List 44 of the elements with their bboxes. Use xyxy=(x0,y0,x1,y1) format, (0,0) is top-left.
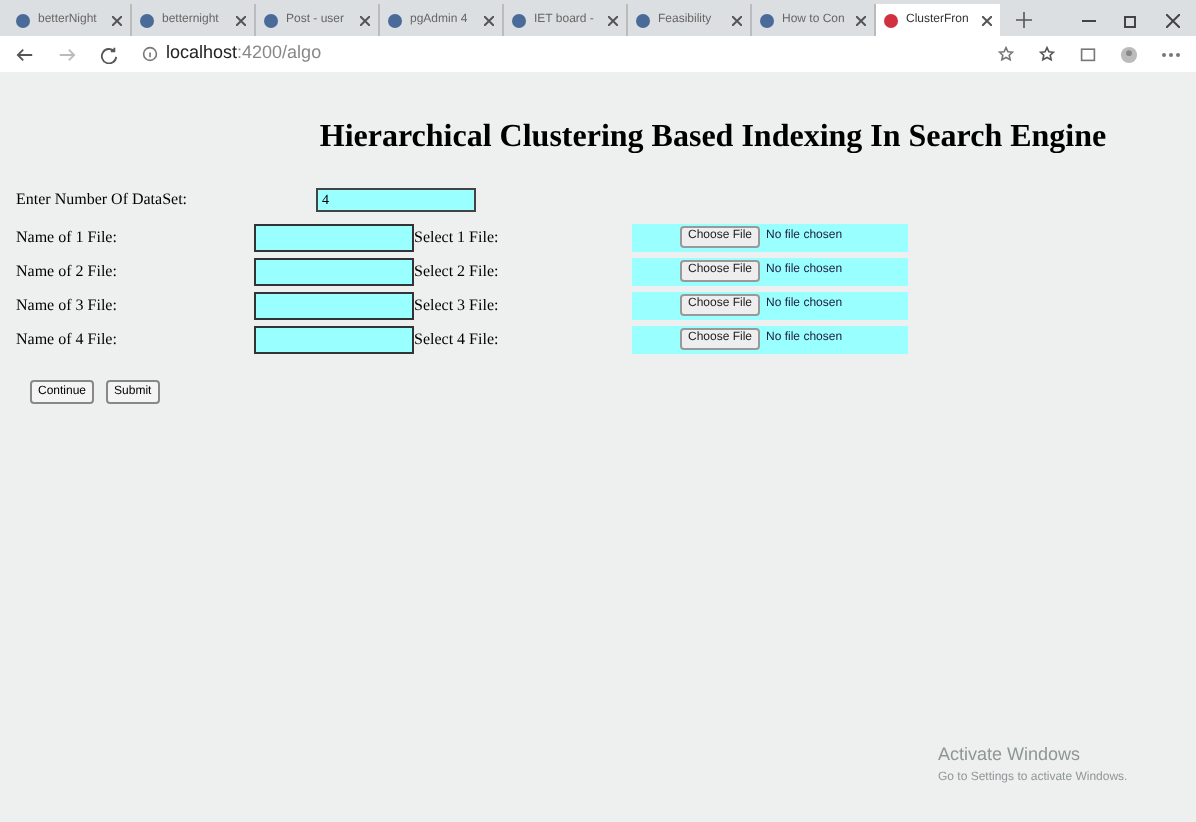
close-icon[interactable] xyxy=(112,15,122,25)
profile-icon[interactable] xyxy=(1120,45,1138,63)
page-title: Hierarchical Clustering Based Indexing In Search Engine xyxy=(317,118,1109,158)
site-icon xyxy=(636,13,650,27)
input-field[interactable] xyxy=(254,257,414,285)
field-label: Name of 3 File: xyxy=(16,293,119,317)
site-icon xyxy=(884,13,898,27)
notice-title: Activate Windows xyxy=(938,742,1083,768)
info-icon xyxy=(142,46,158,62)
field-label: Select 2 File: xyxy=(414,259,501,283)
url-text: localhost:4200/algo xyxy=(166,40,322,67)
site-icon xyxy=(760,13,774,27)
close-icon[interactable] xyxy=(856,15,866,25)
site-icon xyxy=(140,13,154,27)
restore-icon[interactable] xyxy=(1124,13,1138,27)
collections-icon[interactable] xyxy=(1080,46,1096,62)
close-icon[interactable] xyxy=(1166,13,1180,27)
field-label: Select 3 File: xyxy=(414,293,501,317)
close-icon[interactable] xyxy=(608,15,618,25)
star-icon[interactable] xyxy=(998,46,1014,62)
site-icon xyxy=(512,13,526,27)
field-label: Name of 4 File: xyxy=(16,327,119,351)
site-icon xyxy=(388,13,402,27)
close-icon[interactable] xyxy=(484,15,494,25)
input-field[interactable] xyxy=(254,291,414,319)
minimize-icon[interactable] xyxy=(1082,19,1096,21)
close-icon[interactable] xyxy=(236,15,246,25)
refresh-icon[interactable] xyxy=(100,45,118,63)
input-field[interactable] xyxy=(254,325,414,353)
field-label: Name of 2 File: xyxy=(16,259,119,283)
field-label: Select 4 File: xyxy=(414,327,501,351)
field-label: Enter Number Of DataSet: xyxy=(16,188,190,212)
site-icon xyxy=(16,13,30,27)
more-icon[interactable] xyxy=(1162,51,1180,57)
input-field[interactable] xyxy=(254,223,414,251)
close-icon[interactable] xyxy=(360,15,370,25)
favorites-icon[interactable] xyxy=(1038,46,1056,62)
back-icon[interactable] xyxy=(16,45,34,63)
close-icon[interactable] xyxy=(982,15,992,25)
field-label: Name of 1 File: xyxy=(16,225,119,249)
close-icon[interactable] xyxy=(732,15,742,25)
new-tab-icon[interactable] xyxy=(1016,12,1032,28)
site-icon xyxy=(264,13,278,27)
field-label: Select 1 File: xyxy=(414,225,501,249)
